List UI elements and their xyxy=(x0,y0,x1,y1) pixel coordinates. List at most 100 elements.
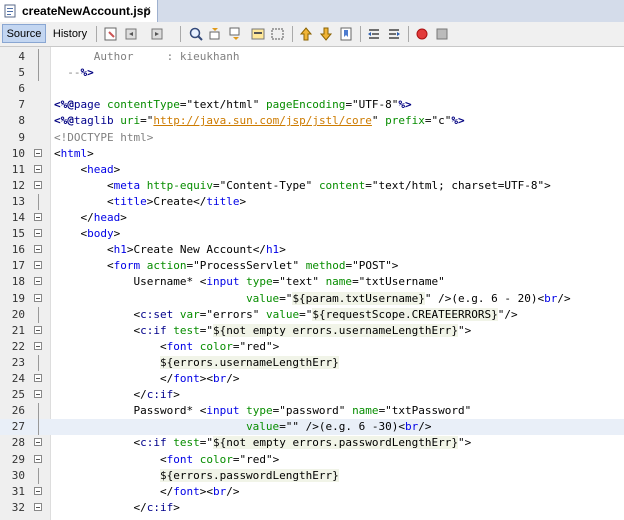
fold-toggle-icon[interactable] xyxy=(34,486,42,495)
code-line[interactable]: 26 Password* <input type="password" name… xyxy=(0,403,624,420)
code-line[interactable]: 28 <c:if test="${not empty errors.passwo… xyxy=(0,435,624,451)
code-line[interactable]: 13 <title>Create</title> xyxy=(0,193,624,210)
last-edit-icon[interactable] xyxy=(103,26,119,42)
code-text: <title>Create</title> xyxy=(54,194,247,208)
toolbar-separator xyxy=(292,26,293,42)
line-number: 10 xyxy=(11,146,25,160)
code-text: value="" />(e.g. 6 -30)<br/> xyxy=(246,420,432,434)
code-line[interactable]: 10 <html> xyxy=(0,146,624,162)
find-next-icon[interactable] xyxy=(228,26,244,42)
code-line[interactable]: 17 <form action="ProcessServlet" method=… xyxy=(0,258,624,274)
line-number: 30 xyxy=(11,468,25,482)
code-editor[interactable]: 4 Author : kieukhanh 5 --%> 6 7 <%@page cont… xyxy=(0,47,624,520)
code-text: <html> xyxy=(54,146,94,160)
line-number: 9 xyxy=(18,130,25,144)
code-line[interactable]: 14 </head> xyxy=(0,210,624,226)
code-line[interactable]: 22 <font color="red"> xyxy=(0,339,624,355)
fold-toggle-icon[interactable] xyxy=(34,261,42,270)
fold-toggle-icon[interactable] xyxy=(34,213,42,221)
fold-toggle-icon[interactable] xyxy=(34,164,42,173)
fold-toggle-icon[interactable] xyxy=(34,390,42,399)
code-text: <%@page contentType="text/html" pageEnco… xyxy=(54,98,412,112)
jsp-file-icon xyxy=(4,4,17,18)
line-number: 29 xyxy=(11,452,25,466)
fold-guide xyxy=(38,419,39,436)
back-icon[interactable] xyxy=(124,26,140,42)
code-line[interactable]: 20 <c:set var="errors" value="${requestS… xyxy=(0,306,624,323)
fold-toggle-icon[interactable] xyxy=(34,245,42,254)
file-tab[interactable]: createNewAccount.jsp × xyxy=(0,0,158,22)
find-icon[interactable] xyxy=(188,26,204,42)
find-previous-icon[interactable] xyxy=(208,26,224,42)
code-line[interactable]: 5 --%> xyxy=(0,65,624,82)
next-bookmark-icon[interactable] xyxy=(318,26,334,42)
code-line[interactable]: 16 <h1>Create New Account</h1> xyxy=(0,242,624,258)
fold-toggle-icon[interactable] xyxy=(34,341,42,350)
fold-guide xyxy=(38,49,39,65)
fold-toggle-icon[interactable] xyxy=(34,229,42,238)
code-line[interactable]: 21 <c:if test="${not empty errors.userna… xyxy=(0,323,624,339)
code-line[interactable]: 9 <!DOCTYPE html> xyxy=(0,130,624,146)
code-line[interactable]: 27 value="" />(e.g. 6 -30)<br/> xyxy=(0,419,624,436)
code-line[interactable]: 29 <font color="red"> xyxy=(0,452,624,468)
code-line[interactable]: 7 <%@page contentType="text/html" pageEnc… xyxy=(0,97,624,113)
code-line[interactable]: 19 value="${param.txtUsername}" />(e.g. … xyxy=(0,291,624,307)
code-line[interactable]: 12 <meta http-equiv="Content-Type" conte… xyxy=(0,178,624,194)
line-number: 28 xyxy=(11,436,25,450)
fold-guide xyxy=(38,354,39,371)
line-number: 13 xyxy=(11,194,25,208)
fold-toggle-icon[interactable] xyxy=(34,293,42,302)
code-text: <c:if test="${not empty errors.usernameL… xyxy=(54,323,472,337)
history-tab-button[interactable]: History xyxy=(49,24,91,43)
line-number: 4 xyxy=(18,50,25,63)
line-number: 19 xyxy=(11,291,25,305)
code-text: ${errors.passwordLengthErr} xyxy=(159,468,339,482)
rectangular-selection-icon[interactable] xyxy=(270,26,286,42)
code-line[interactable]: 6 xyxy=(0,81,624,97)
shift-left-icon[interactable] xyxy=(366,26,382,42)
previous-bookmark-icon[interactable] xyxy=(298,26,314,42)
fold-toggle-icon[interactable] xyxy=(34,374,42,382)
editor-tab-bar: createNewAccount.jsp × xyxy=(0,0,624,23)
code-line[interactable]: 4 Author : kieukhanh xyxy=(0,49,624,65)
code-line[interactable]: 30 ${errors.passwordLengthErr} xyxy=(0,467,624,484)
fold-toggle-icon[interactable] xyxy=(34,438,42,447)
fold-toggle-icon[interactable] xyxy=(34,148,42,157)
code-text: <font color="red"> xyxy=(54,452,280,466)
code-line[interactable]: 8 <%@taglib uri="http://java.sun.com/jsp/… xyxy=(0,113,624,129)
code-text: </font><br/> xyxy=(54,484,240,498)
code-line[interactable]: 15 <body> xyxy=(0,226,624,242)
code-text: <c:if test="${not empty errors.passwordL… xyxy=(54,436,472,450)
code-text: value="${param.txtUsername}" />(e.g. 6 -… xyxy=(246,291,571,305)
fold-toggle-icon[interactable] xyxy=(34,502,42,511)
code-line[interactable]: 25 </c:if> xyxy=(0,387,624,403)
code-text: <meta http-equiv="Content-Type" content=… xyxy=(54,178,551,192)
toggle-highlight-icon[interactable] xyxy=(250,26,266,42)
code-text: <c:set var="errors" value="${requestScop… xyxy=(54,307,518,321)
close-icon[interactable]: × xyxy=(145,4,151,16)
code-text: </c:if> xyxy=(54,500,180,514)
code-line[interactable]: 31 </font><br/> xyxy=(0,484,624,500)
fold-toggle-icon[interactable] xyxy=(34,277,42,286)
start-macro-recording-icon[interactable] xyxy=(414,26,430,42)
fold-toggle-icon[interactable] xyxy=(34,325,42,334)
fold-guide xyxy=(38,306,39,323)
source-tab-button[interactable]: Source xyxy=(2,24,46,43)
line-number: 25 xyxy=(11,388,25,402)
shift-right-icon[interactable] xyxy=(386,26,402,42)
toolbar-separator xyxy=(360,26,361,42)
code-line[interactable]: 18 Username* <input type="text" name="tx… xyxy=(0,274,624,290)
code-line[interactable]: 32 </c:if> xyxy=(0,500,624,516)
fold-toggle-icon[interactable] xyxy=(34,454,42,463)
code-text: <body> xyxy=(54,227,121,241)
fold-toggle-icon[interactable] xyxy=(34,180,42,189)
forward-icon[interactable] xyxy=(150,26,166,42)
code-text: </font><br/> xyxy=(54,372,240,385)
line-number: 11 xyxy=(11,162,25,176)
line-number: 18 xyxy=(11,275,25,289)
stop-macro-recording-icon[interactable] xyxy=(434,26,450,42)
code-line[interactable]: 23 ${errors.usernameLengthErr} xyxy=(0,354,624,371)
code-line[interactable]: 24 </font><br/> xyxy=(0,371,624,387)
code-line[interactable]: 11 <head> xyxy=(0,162,624,178)
toggle-bookmark-icon[interactable] xyxy=(338,26,354,42)
